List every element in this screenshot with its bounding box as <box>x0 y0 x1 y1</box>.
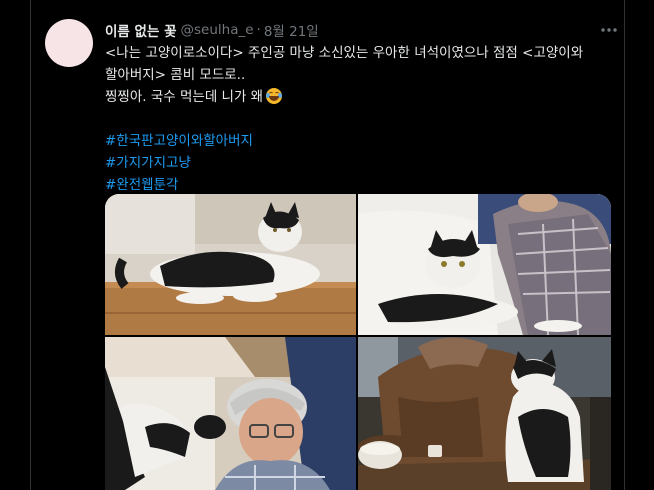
hashtag-link[interactable]: #완전웹툰각 <box>105 174 615 196</box>
photo-man-with-cat[interactable] <box>105 337 356 490</box>
tweet[interactable]: 이름 없는 꽃 @seulha_e · 8월 21일 <나는 고양이로소이다> … <box>31 0 624 490</box>
tweet-text: <나는 고양이로소이다> 주인공 마냥 소신있는 우아한 녀석이였으나 점점 <… <box>105 42 615 196</box>
separator-dot: · <box>256 22 261 38</box>
tweet-date[interactable]: 8월 21일 <box>264 20 319 40</box>
timeline-right-border <box>624 0 625 490</box>
photo-cat-on-sofa[interactable] <box>358 194 611 335</box>
tweet-text-line: 찡찡아. 국수 먹는데 니가 왜 <box>105 86 615 108</box>
tweet-header: 이름 없는 꽃 @seulha_e · 8월 21일 <box>105 19 614 41</box>
tweet-text-line-content: 찡찡아. 국수 먹는데 니가 왜 <box>105 89 264 105</box>
user-handle[interactable]: @seulha_e <box>181 22 254 38</box>
media-grid <box>105 194 611 490</box>
page: 이름 없는 꽃 @seulha_e · 8월 21일 <나는 고양이로소이다> … <box>0 0 654 490</box>
more-options-button[interactable] <box>596 19 622 41</box>
avatar[interactable] <box>45 19 93 67</box>
tweet-text-line: <나는 고양이로소이다> 주인공 마냥 소신있는 우아한 녀석이였으나 점점 <… <box>105 45 584 61</box>
rolling-laughing-emoji-icon <box>266 88 283 104</box>
hashtag-link[interactable]: #가지가지고냥 <box>105 152 615 174</box>
photo-cat-on-table[interactable] <box>105 194 356 335</box>
display-name[interactable]: 이름 없는 꽃 <box>105 20 177 40</box>
more-horizontal-icon <box>600 27 618 33</box>
photo-man-eating-with-cat[interactable] <box>358 337 611 490</box>
tweet-text-line: 할아버지> 콤비 모드로.. <box>105 67 246 83</box>
hashtag-link[interactable]: #한국판고양이와할아버지 <box>105 130 615 152</box>
